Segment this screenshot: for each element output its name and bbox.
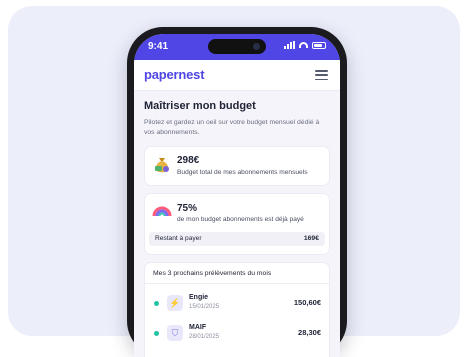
total-amount: 298€ (177, 155, 200, 166)
signal-icon (284, 41, 295, 49)
status-bar: 9:41 (134, 34, 340, 60)
rainbow-gauge-icon (152, 206, 172, 217)
status-dot-icon (154, 301, 159, 306)
status-icons (284, 41, 326, 49)
paid-percentage: 75% (177, 203, 198, 214)
page-title: Maîtriser mon budget (144, 100, 256, 112)
paid-progress-card[interactable]: 75% de mon budget abonnements est déjà p… (144, 193, 330, 255)
remaining-row: Restant à payer 169€ (149, 232, 325, 246)
camera-dot (253, 43, 260, 50)
phone-frame: 9:41 papernest Maîtriser mon budget Pilo… (127, 27, 347, 357)
dynamic-island (208, 39, 266, 54)
papernest-logo[interactable]: papernest (144, 67, 205, 82)
payment-amount: 28,30€ (298, 328, 321, 337)
app-header: papernest (134, 60, 340, 91)
upcoming-title: Mes 3 prochains prélèvements du mois (153, 270, 272, 277)
hamburger-menu-icon[interactable] (315, 70, 328, 80)
lightning-icon: ⚡ (167, 295, 183, 311)
total-label: Budget total de mes abonnements mensuels (177, 169, 308, 176)
phone-screen: 9:41 papernest Maîtriser mon budget Pilo… (134, 34, 340, 357)
shield-icon: ⛉ (167, 325, 183, 341)
payment-row-engie[interactable]: ⚡ Engie 15/01/2025 150,60€ (145, 293, 329, 315)
divider (145, 283, 329, 284)
paid-label: de mon budget abonnements est déjà payé (177, 216, 304, 223)
total-budget-card[interactable]: 298€ Budget total de mes abonnements men… (144, 146, 330, 186)
remaining-label: Restant à payer (155, 235, 202, 242)
payment-name: MAIF (189, 324, 207, 331)
wifi-icon (299, 42, 308, 48)
payment-date: 15/01/2025 (189, 304, 220, 310)
payment-date: 28/01/2025 (189, 334, 220, 340)
main-content: Maîtriser mon budget Pilotez et gardez u… (134, 91, 340, 357)
payment-amount: 150,60€ (293, 298, 321, 307)
remaining-value: 169€ (303, 235, 319, 242)
battery-icon (312, 41, 326, 49)
payment-name: Engie (189, 294, 209, 301)
page-description: Pilotez et gardez un oeil sur votre budg… (144, 119, 320, 136)
status-dot-icon (154, 331, 159, 336)
upcoming-payments-card: Mes 3 prochains prélèvements du mois ⚡ E… (144, 262, 330, 357)
status-time: 9:41 (148, 41, 169, 52)
money-bag-icon (155, 158, 169, 173)
